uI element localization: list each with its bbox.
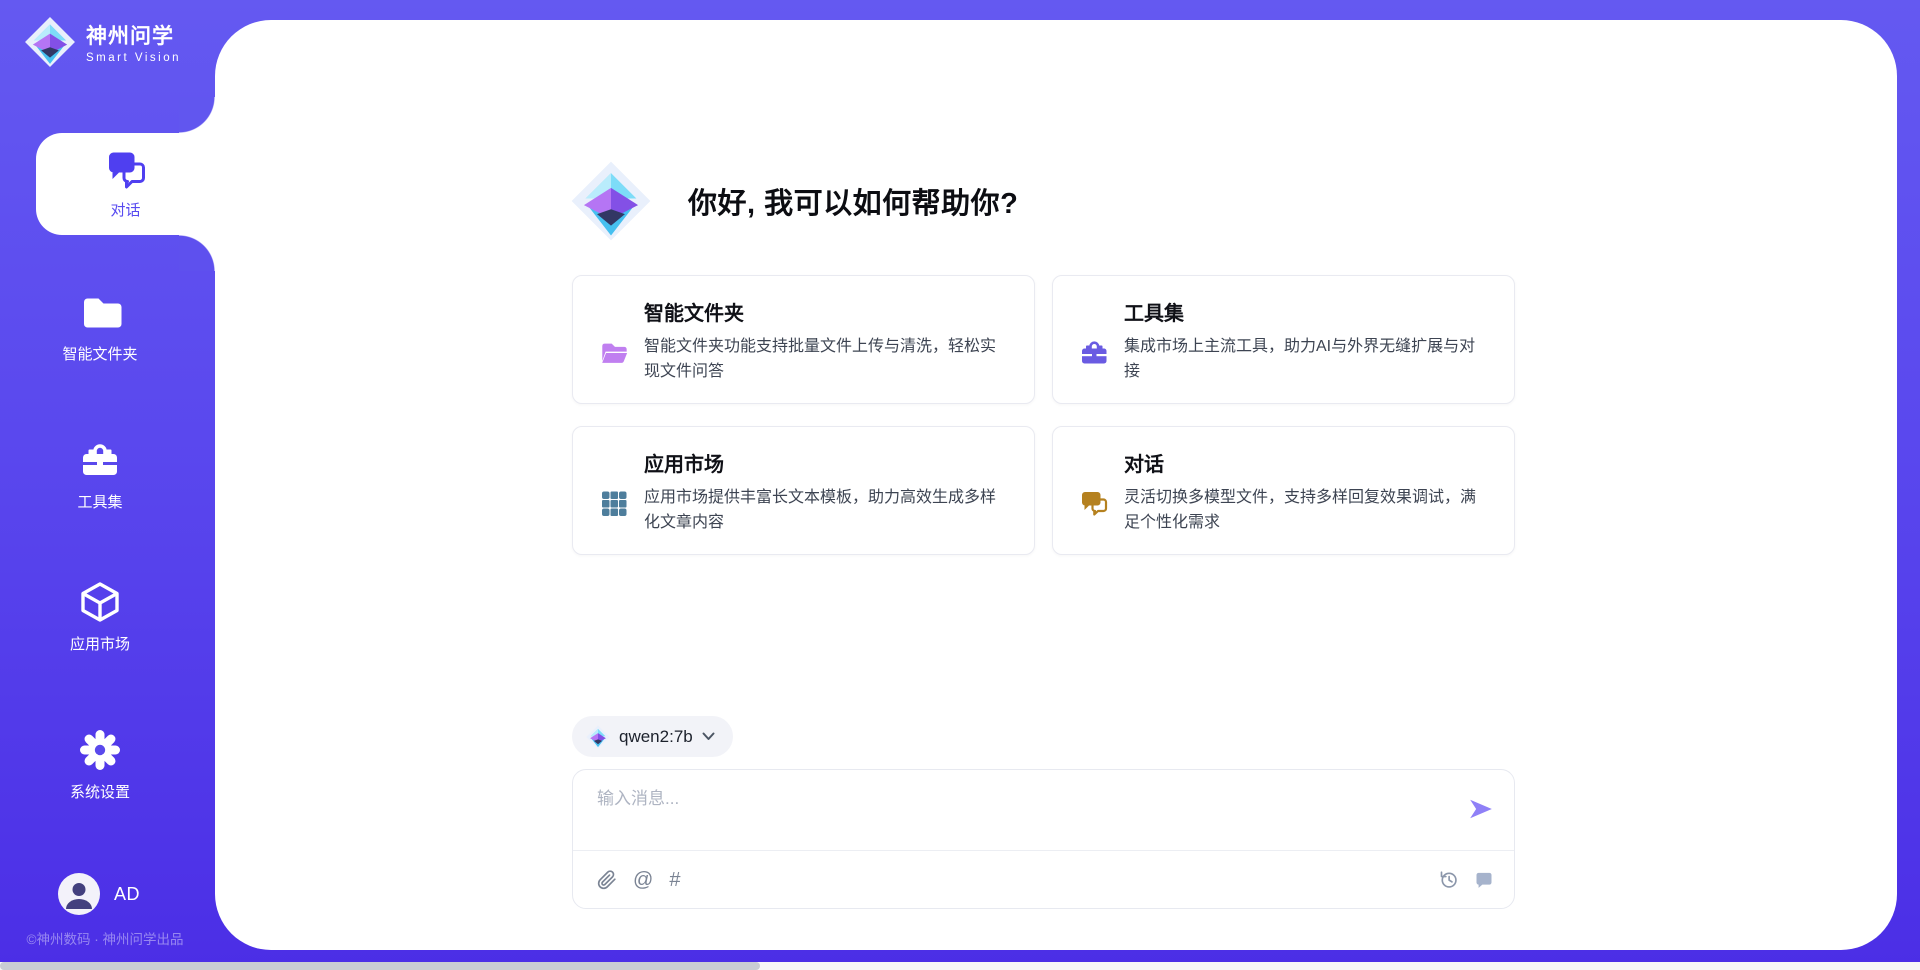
open-folder-icon [599,302,629,403]
diamond-logo-icon [24,16,76,68]
model-selector[interactable]: qwen2:7b [572,716,733,757]
card-title: 对话 [1124,451,1490,479]
card-description: 应用市场提供丰富长文本模板，助力高效生成多样化文章内容 [644,485,1010,535]
gear-icon [78,728,122,772]
sidebar-item-label: 工具集 [77,491,122,512]
chevron-down-icon [702,732,715,741]
sidebar-item-toolset[interactable]: 工具集 [0,438,200,512]
paperclip-icon [597,870,617,890]
main-panel: 你好, 我可以如何帮助你? 智能文件夹 智能文件夹功能支持批量文件上传与清洗，轻… [215,20,1897,950]
sidebar: 神州问学 Smart Vision 对话 智能文件夹 [0,0,215,970]
attachment-button[interactable] [597,870,617,890]
history-icon [1438,869,1459,890]
avatar [58,873,100,915]
cube-icon [78,580,122,624]
diamond-logo-icon [586,725,610,749]
card-description: 智能文件夹功能支持批量文件上传与清洗，轻松实现文件问答 [644,334,1010,384]
sidebar-item-label: 智能文件夹 [62,343,137,364]
hashtag-button[interactable]: # [669,870,680,890]
folder-icon [78,290,122,334]
mention-button[interactable]: @ [633,870,653,890]
chat-icon [104,148,148,192]
feedback-button[interactable] [1474,870,1494,890]
sidebar-item-label: 应用市场 [70,633,130,654]
toolbox-icon [78,438,122,482]
sidebar-item-label: 系统设置 [70,781,130,802]
card-description: 集成市场上主流工具，助力AI与外界无缝扩展与对接 [1124,334,1490,384]
history-button[interactable] [1438,869,1459,890]
user-initials: AD [114,884,140,905]
copyright-text: ©神州数码 · 神州问学出品 [0,928,210,948]
chat-icon [1079,453,1109,554]
composer-toolbar: @ # [573,851,1514,908]
user-profile[interactable]: AD [58,873,140,915]
app-logo: 神州问学 Smart Vision [24,16,181,68]
sidebar-item-app-market[interactable]: 应用市场 [0,580,200,654]
card-toolset[interactable]: 工具集 集成市场上主流工具，助力AI与外界无缝扩展与对接 [1052,275,1515,404]
chat-bubble-icon [1474,870,1494,890]
message-input[interactable] [597,784,1437,844]
card-title: 智能文件夹 [644,300,1010,328]
greeting-title: 你好, 我可以如何帮助你? [688,180,1018,222]
card-title: 应用市场 [644,451,1010,479]
selected-model-name: qwen2:7b [619,727,693,747]
welcome-header: 你好, 我可以如何帮助你? [570,160,1018,242]
message-composer: @ # [572,769,1515,909]
card-smart-folder[interactable]: 智能文件夹 智能文件夹功能支持批量文件上传与清洗，轻松实现文件问答 [572,275,1035,404]
toolbox-icon [1079,302,1109,403]
card-description: 灵活切换多模型文件，支持多样回复效果调试，满足个性化需求 [1124,485,1490,535]
sidebar-item-smart-folder[interactable]: 智能文件夹 [0,290,200,364]
grid-icon [599,453,629,554]
app-tagline: Smart Vision [86,52,181,64]
horizontal-scrollbar-thumb[interactable] [0,962,760,970]
send-icon[interactable] [1468,796,1494,822]
card-app-market[interactable]: 应用市场 应用市场提供丰富长文本模板，助力高效生成多样化文章内容 [572,426,1035,555]
sidebar-item-settings[interactable]: 系统设置 [0,728,200,802]
horizontal-scrollbar-track [0,962,1920,970]
app-window: 神州问学 Smart Vision 对话 智能文件夹 [0,0,1920,970]
app-name: 神州问学 [86,20,181,50]
sidebar-item-label: 对话 [110,199,140,220]
card-title: 工具集 [1124,300,1490,328]
card-chat[interactable]: 对话 灵活切换多模型文件，支持多样回复效果调试，满足个性化需求 [1052,426,1515,555]
feature-cards: 智能文件夹 智能文件夹功能支持批量文件上传与清洗，轻松实现文件问答 工具集 集成… [572,275,1515,555]
diamond-logo-icon [570,160,652,242]
sidebar-item-chat[interactable]: 对话 [36,133,215,235]
